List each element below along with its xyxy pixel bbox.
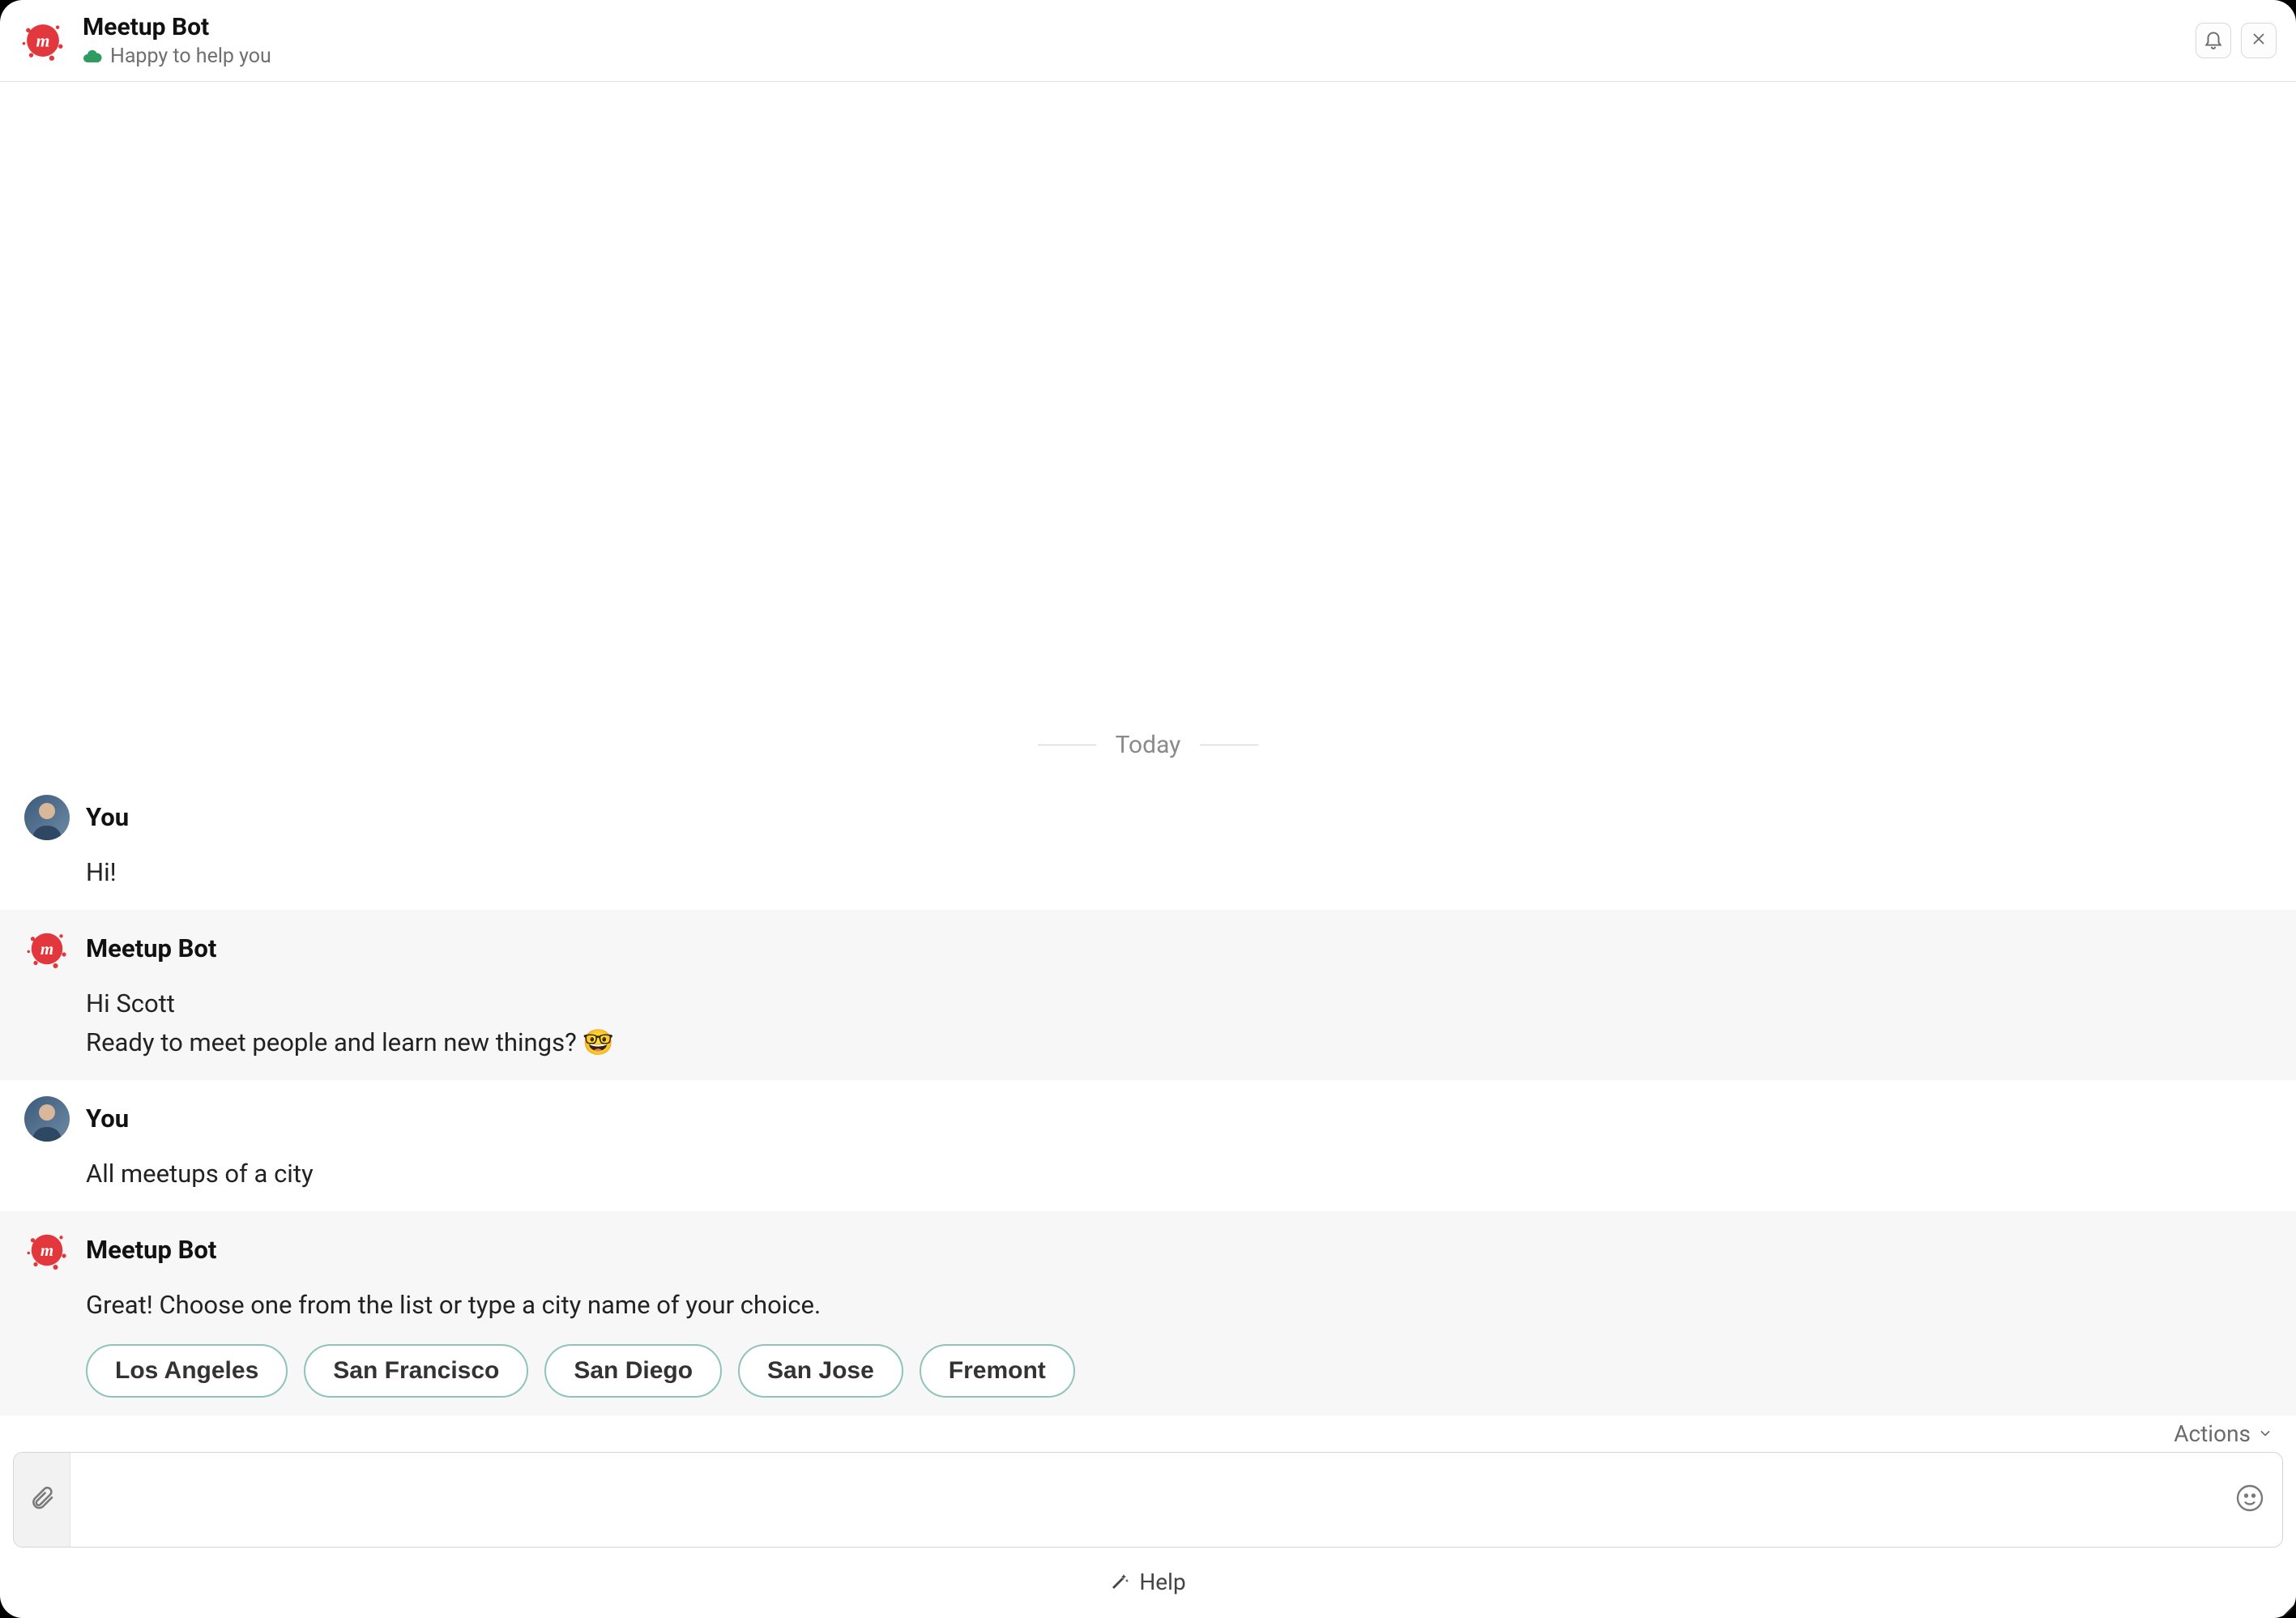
sender-name: You	[86, 1104, 129, 1133]
date-label: Today	[1116, 731, 1181, 759]
chip-san-jose[interactable]: San Jose	[738, 1344, 903, 1398]
message-bot: m Meetup Bot Great! Choose one from the …	[0, 1211, 2296, 1415]
message-input[interactable]	[70, 1453, 2217, 1547]
message-text-line1: Hi Scott	[86, 984, 2272, 1023]
svg-text:m: m	[41, 1240, 53, 1260]
chat-area[interactable]: Today You Hi! m	[0, 82, 2296, 1415]
help-button[interactable]: Help	[0, 1554, 2296, 1618]
message-body: Hi!	[86, 853, 2272, 892]
chevron-down-icon	[2257, 1420, 2273, 1447]
message-text: Hi!	[86, 853, 2272, 892]
message-body: Hi Scott Ready to meet people and learn …	[86, 984, 2272, 1062]
chip-san-francisco[interactable]: San Francisco	[304, 1344, 528, 1398]
magic-wand-icon	[1110, 1569, 1129, 1595]
header-status: Happy to help you	[83, 45, 2179, 68]
message-text: Great! Choose one from the list or type …	[86, 1286, 2272, 1325]
message-body: All meetups of a city	[86, 1155, 2272, 1193]
message-input-bar	[13, 1452, 2283, 1548]
date-divider: Today	[0, 731, 2296, 759]
actions-label: Actions	[2174, 1420, 2251, 1447]
svg-text:m: m	[36, 31, 50, 50]
message-header: m Meetup Bot	[24, 926, 2272, 971]
chip-fremont[interactable]: Fremont	[920, 1344, 1075, 1398]
chip-los-angeles[interactable]: Los Angeles	[86, 1344, 288, 1398]
sender-name: Meetup Bot	[86, 933, 216, 963]
header-actions	[2196, 23, 2277, 58]
resize-handle[interactable]	[2273, 1595, 2296, 1618]
chip-san-diego[interactable]: San Diego	[544, 1344, 722, 1398]
message-user: You All meetups of a city	[0, 1080, 2296, 1211]
message-header: You	[24, 1096, 2272, 1142]
meetup-logo-icon: m	[19, 17, 66, 64]
message-body: Great! Choose one from the list or type …	[86, 1286, 2272, 1325]
paperclip-icon	[28, 1484, 56, 1515]
help-label: Help	[1139, 1569, 1185, 1595]
cloud-online-icon	[83, 47, 102, 66]
svg-text:m: m	[41, 939, 53, 958]
quick-reply-chips: Los Angeles San Francisco San Diego San …	[86, 1344, 2272, 1398]
emoji-button[interactable]	[2217, 1453, 2282, 1547]
notifications-button[interactable]	[2196, 23, 2231, 58]
message-header: You	[24, 795, 2272, 840]
message-bot: m Meetup Bot Hi Scott Ready to meet peop…	[0, 910, 2296, 1080]
actions-dropdown[interactable]: Actions	[2174, 1420, 2273, 1447]
message-header: m Meetup Bot	[24, 1227, 2272, 1273]
smiley-icon	[2235, 1484, 2264, 1516]
header-text: Meetup Bot Happy to help you	[83, 13, 2179, 68]
chat-window: m Meetup Bot Happy to help you	[0, 0, 2296, 1618]
close-icon	[2249, 29, 2268, 52]
actions-row: Actions	[0, 1415, 2296, 1452]
bot-avatar: m	[24, 1227, 70, 1273]
message-user: You Hi!	[0, 779, 2296, 910]
sender-name: You	[86, 802, 129, 832]
close-button[interactable]	[2241, 23, 2277, 58]
sender-name: Meetup Bot	[86, 1235, 216, 1265]
message-text-line2: Ready to meet people and learn new thing…	[86, 1023, 2272, 1062]
user-avatar	[24, 795, 70, 840]
header-title: Meetup Bot	[83, 13, 2179, 41]
bot-avatar: m	[24, 926, 70, 971]
bell-icon	[2203, 28, 2224, 53]
attach-button[interactable]	[14, 1453, 70, 1547]
header-status-text: Happy to help you	[110, 45, 271, 68]
user-avatar	[24, 1096, 70, 1142]
message-text: All meetups of a city	[86, 1155, 2272, 1193]
chat-header: m Meetup Bot Happy to help you	[0, 0, 2296, 82]
